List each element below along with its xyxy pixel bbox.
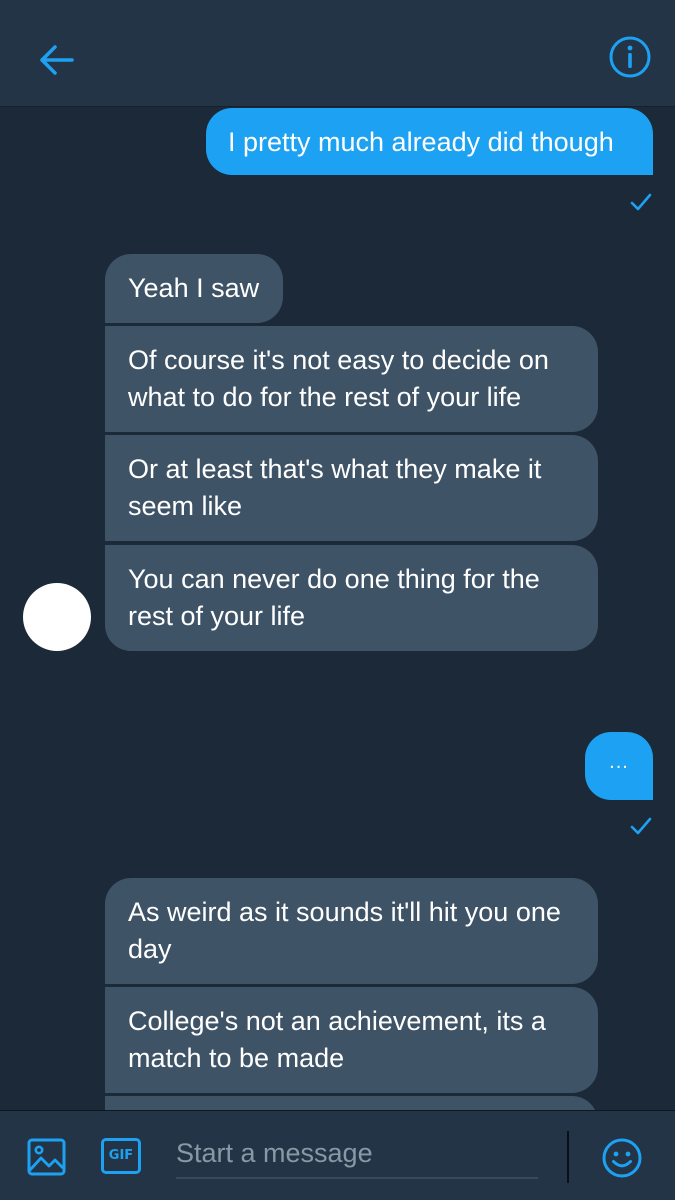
outgoing-message[interactable]: ... (585, 732, 653, 800)
incoming-message[interactable]: Or at least that's what they make it see… (105, 435, 598, 541)
incoming-message[interactable]: College's not an achievement, its a matc… (105, 987, 598, 1093)
dm-conversation-screen: I pretty much already did though Yeah I … (0, 0, 675, 1200)
message-composer: GIF (0, 1110, 675, 1200)
check-icon (630, 817, 652, 835)
info-icon (609, 36, 651, 78)
info-button[interactable] (605, 32, 655, 82)
avatar[interactable] (23, 583, 91, 651)
gif-button[interactable]: GIF (101, 1138, 141, 1174)
check-icon (630, 193, 652, 211)
image-icon[interactable] (26, 1136, 68, 1178)
composer-divider (567, 1131, 569, 1183)
smiley-icon[interactable] (601, 1137, 643, 1179)
back-button[interactable] (30, 34, 82, 86)
outgoing-message[interactable]: I pretty much already did though (206, 108, 653, 175)
incoming-message[interactable]: Yeah I saw (105, 254, 283, 323)
conversation-header (0, 0, 675, 107)
incoming-message[interactable]: You can never do one thing for the rest … (105, 545, 598, 651)
message-input[interactable] (176, 1129, 538, 1179)
arrow-left-icon (40, 45, 74, 75)
incoming-message[interactable]: As weird as it sounds it'll hit you one … (105, 878, 598, 984)
incoming-message[interactable]: Of course it's not easy to decide on wha… (105, 326, 598, 432)
